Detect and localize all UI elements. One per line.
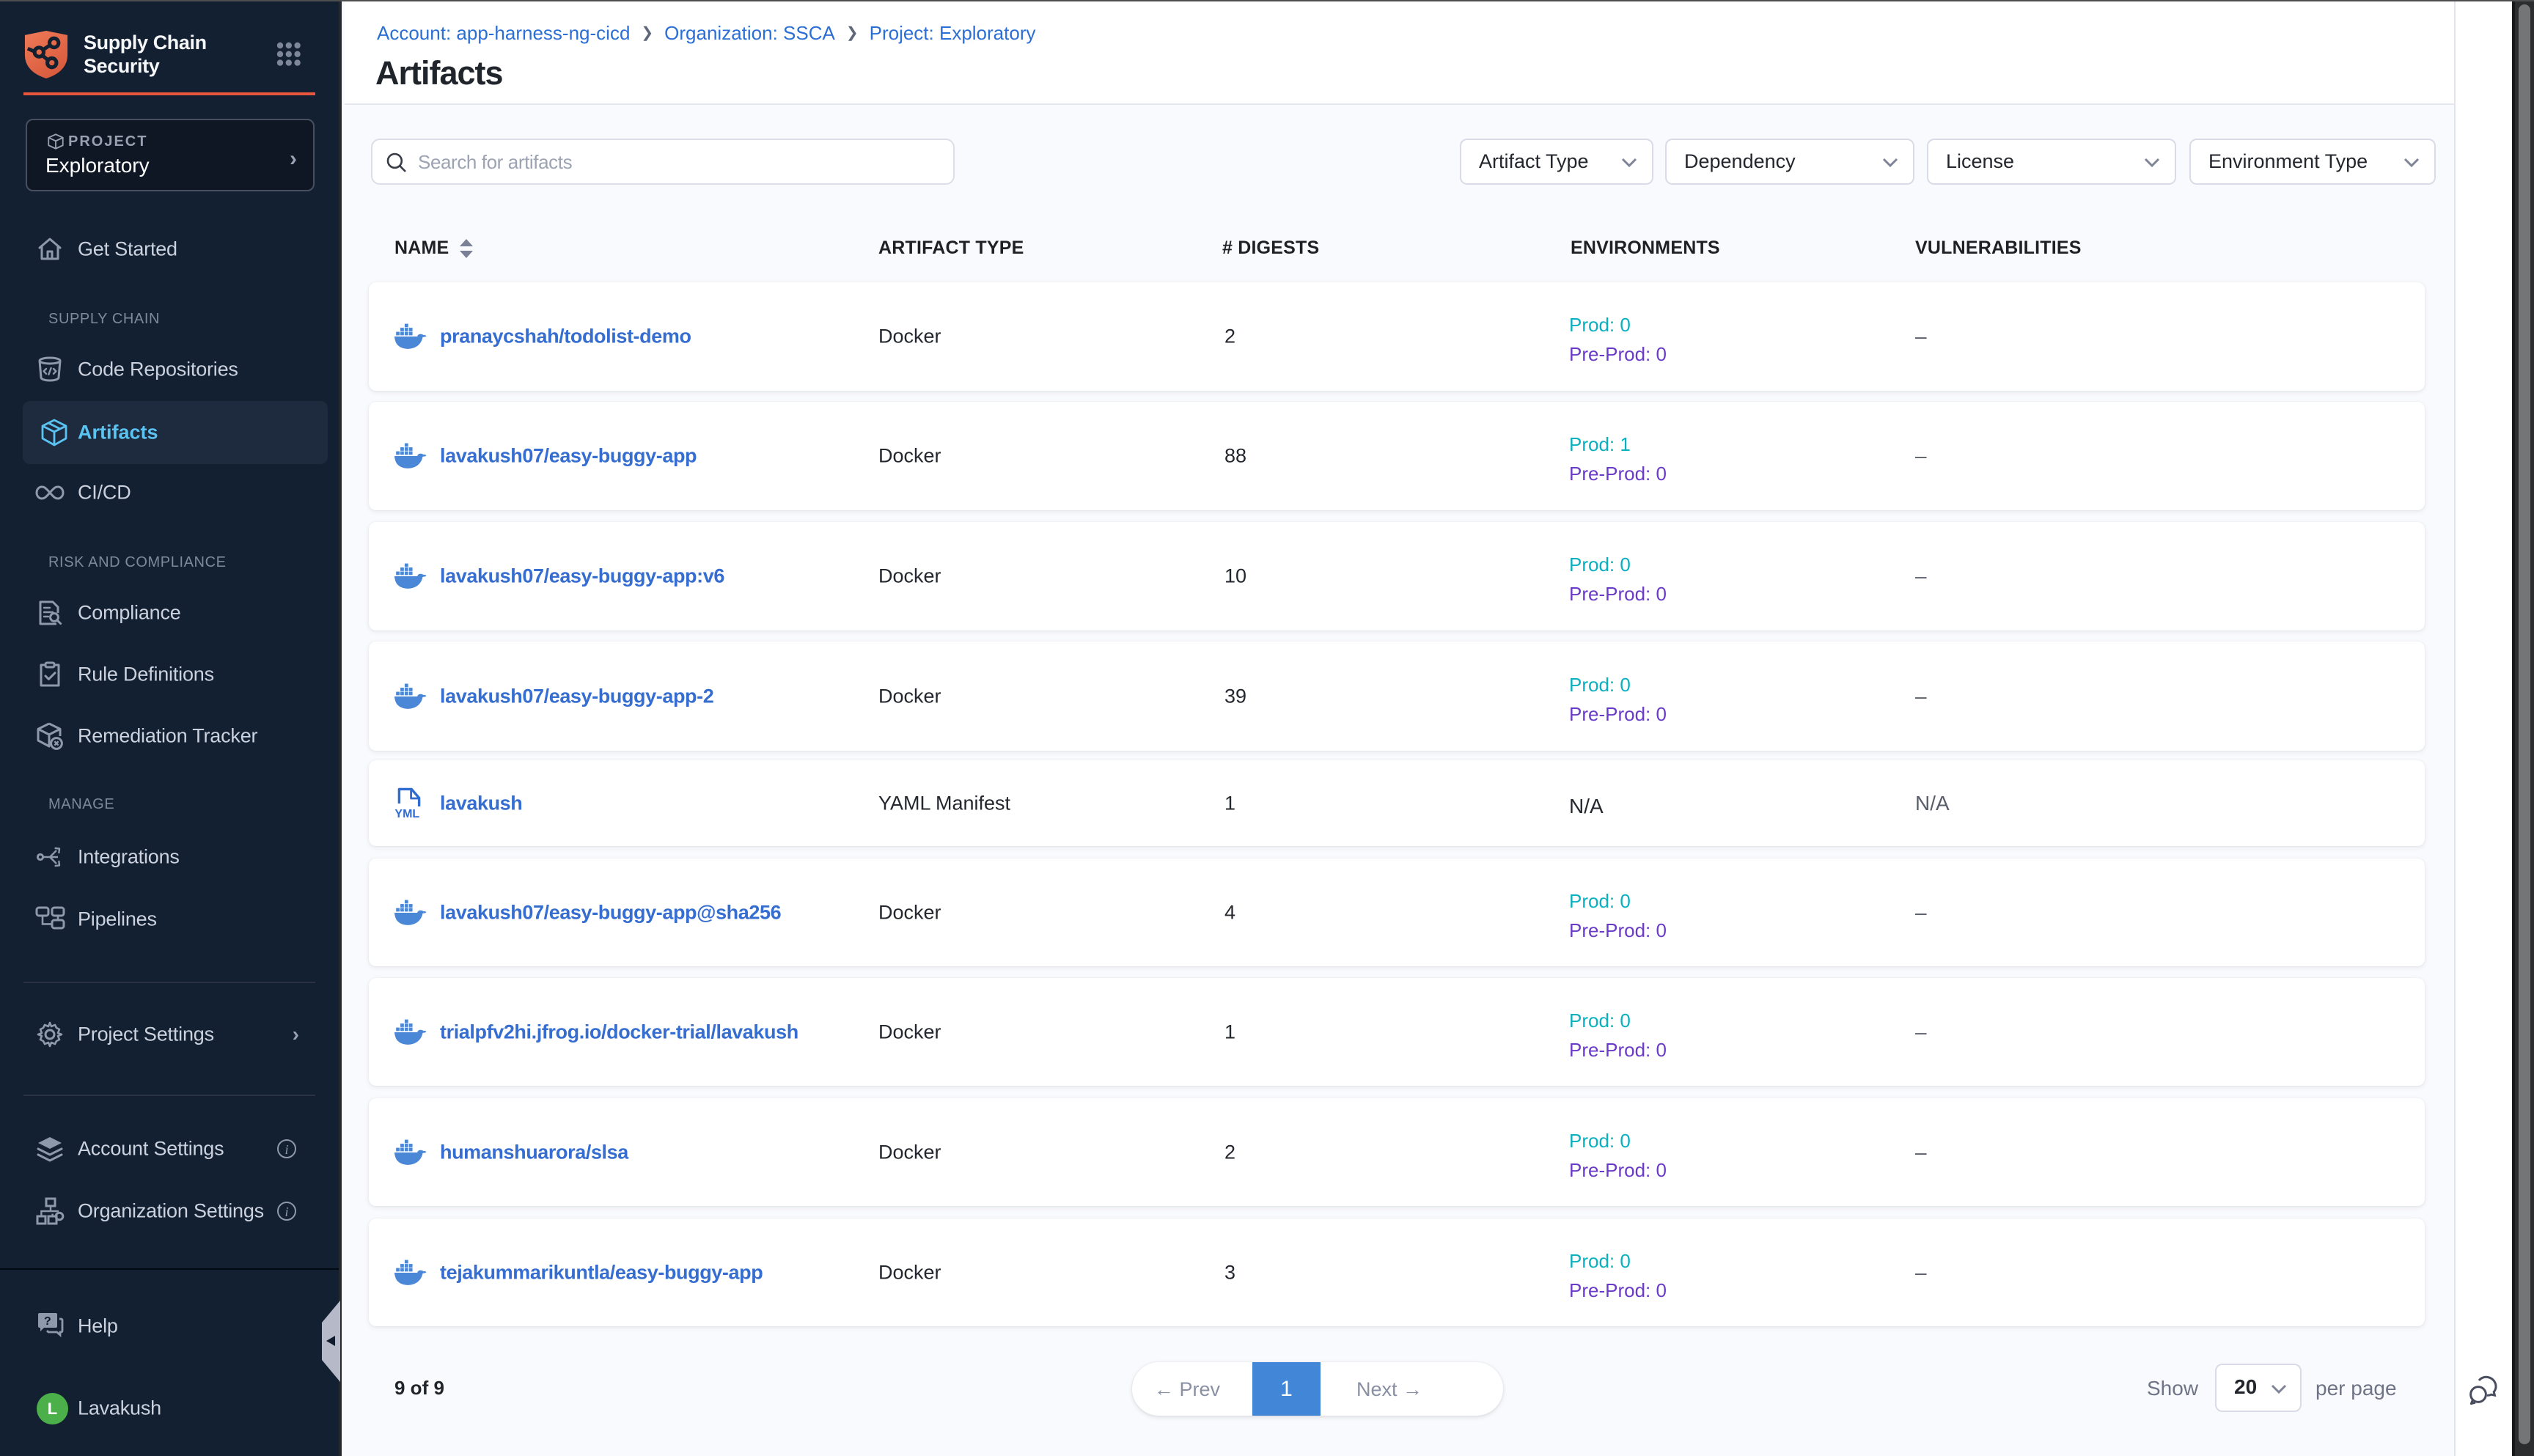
svg-text:?: ?: [44, 1315, 51, 1328]
svg-text:YML: YML: [394, 808, 419, 820]
